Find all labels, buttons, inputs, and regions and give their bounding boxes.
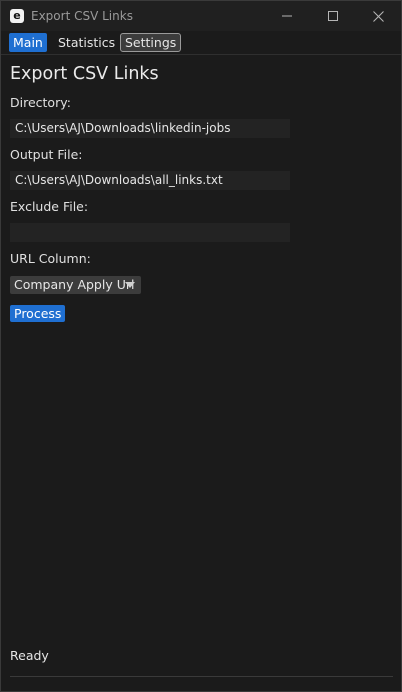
directory-input[interactable]: C:\Users\AJ\Downloads\linkedin-jobs bbox=[10, 119, 290, 138]
minimize-icon bbox=[282, 15, 292, 17]
app-icon: e bbox=[10, 9, 24, 23]
output-file-label: Output File: bbox=[10, 147, 83, 162]
process-button[interactable]: Process bbox=[10, 305, 66, 322]
exclude-file-label: Exclude File: bbox=[10, 199, 89, 214]
close-button[interactable] bbox=[355, 1, 401, 31]
output-file-input[interactable]: C:\Users\AJ\Downloads\all_links.txt bbox=[10, 171, 290, 190]
maximize-icon bbox=[328, 11, 338, 21]
url-column-label: URL Column: bbox=[10, 251, 91, 266]
page-title: Export CSV Links bbox=[10, 64, 159, 84]
close-icon bbox=[372, 10, 384, 22]
tab-divider bbox=[1, 54, 401, 55]
exclude-file-input[interactable] bbox=[10, 223, 290, 242]
status-divider bbox=[10, 676, 393, 677]
app-window: e Export CSV Links Main Statistics Setti… bbox=[0, 0, 402, 692]
directory-label: Directory: bbox=[10, 95, 71, 110]
window-title: Export CSV Links bbox=[31, 9, 133, 23]
tab-settings[interactable]: Settings bbox=[120, 33, 182, 52]
status-text: Ready bbox=[10, 648, 49, 663]
tab-statistics[interactable]: Statistics bbox=[54, 33, 119, 52]
url-column-select[interactable]: Company Apply Url bbox=[10, 276, 141, 294]
chevron-down-icon bbox=[125, 282, 135, 288]
minimize-button[interactable] bbox=[264, 1, 310, 31]
maximize-button[interactable] bbox=[310, 1, 356, 31]
url-column-selected-value: Company Apply Url bbox=[14, 277, 135, 292]
tab-main[interactable]: Main bbox=[9, 33, 47, 52]
tab-bar: Main Statistics Settings bbox=[1, 32, 401, 54]
title-bar[interactable]: e Export CSV Links bbox=[1, 1, 401, 31]
